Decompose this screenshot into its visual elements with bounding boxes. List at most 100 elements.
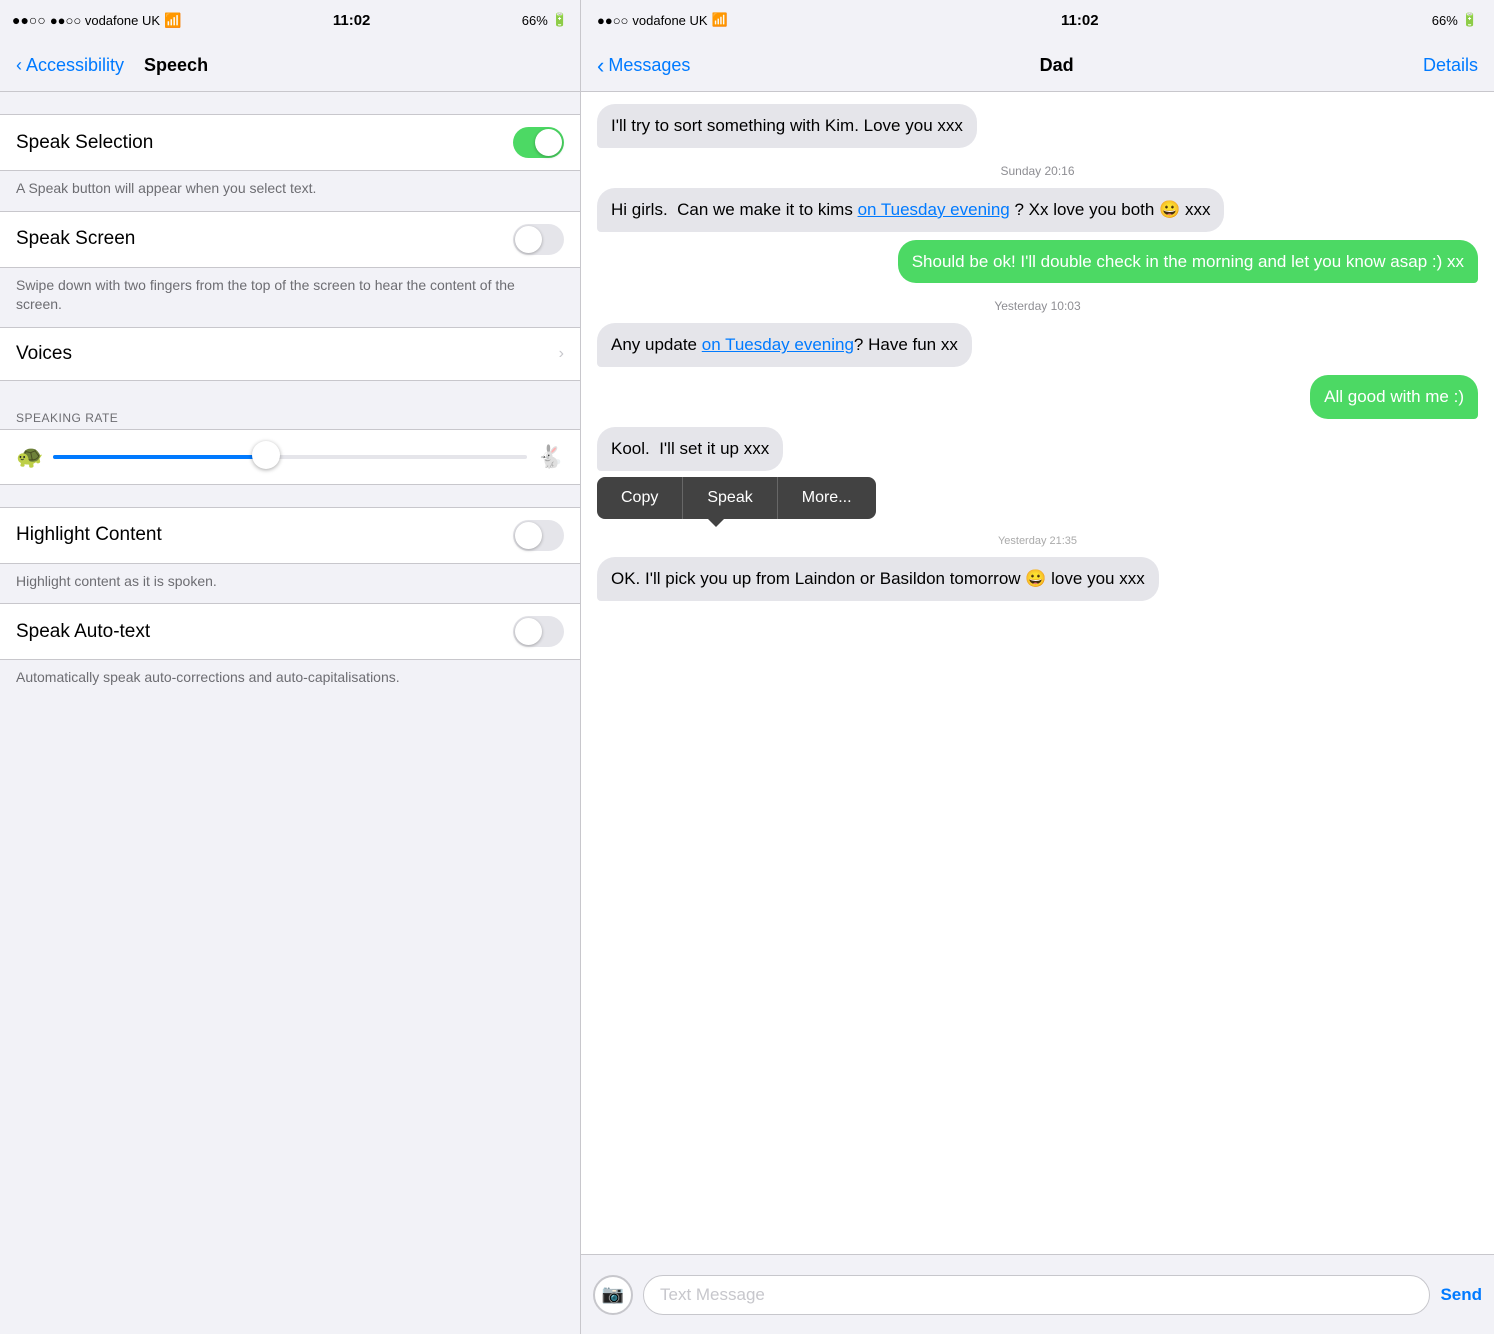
right-battery-icon: 🔋 (1462, 12, 1478, 28)
back-to-messages[interactable]: ‹ Messages (597, 53, 690, 79)
highlight-content-toggle[interactable] (513, 520, 564, 551)
tuesday-link-1[interactable]: on Tuesday evening (858, 200, 1010, 219)
highlight-content-label: Highlight Content (16, 524, 162, 546)
timestamp-sunday: Sunday 20:16 (597, 164, 1478, 178)
speak-screen-thumb (515, 226, 542, 253)
highlight-content-group: Highlight Content (0, 507, 580, 564)
speak-selection-desc: A Speak button will appear when you sele… (0, 171, 580, 211)
bubble-10[interactable]: OK. I'll pick you up from Laindon or Bas… (597, 557, 1159, 601)
right-chevron-left-icon: ‹ (597, 53, 604, 79)
bubble-1[interactable]: I'll try to sort something with Kim. Lov… (597, 104, 977, 148)
top-gap (0, 92, 580, 114)
speaking-rate-fill (53, 455, 266, 459)
speaking-rate-slider-row[interactable]: 🐢 🐇 (0, 429, 580, 485)
timestamp-yesterday-2: Yesterday 21:35 (597, 535, 1478, 547)
left-panel: ●●○○ ●●○○ vodafone UK 📶 11:02 66% 🔋 ‹ Ac… (0, 0, 580, 1334)
left-carrier: ●●○○ ●●○○ vodafone UK 📶 (12, 12, 181, 29)
left-battery-icon: 🔋 (552, 12, 568, 28)
highlight-content-thumb (515, 522, 542, 549)
details-button[interactable]: Details (1423, 55, 1478, 76)
message-row-7: All good with me :) (597, 375, 1478, 419)
message-row-1: I'll try to sort something with Kim. Lov… (597, 104, 1478, 148)
camera-button[interactable]: 📷 (593, 1275, 633, 1315)
speak-autotext-thumb (515, 618, 542, 645)
voices-chevron-icon: › (559, 345, 564, 363)
right-wifi-icon: 📶 (712, 12, 728, 28)
speak-selection-thumb (535, 129, 562, 156)
left-carrier-name: ●●○○ vodafone UK (50, 13, 160, 28)
highlight-content-desc: Highlight content as it is spoken. (0, 564, 580, 604)
voices-label: Voices (16, 343, 72, 365)
speak-screen-row[interactable]: Speak Screen (0, 212, 580, 267)
chevron-left-icon: ‹ (16, 55, 22, 76)
speak-screen-group: Speak Screen (0, 211, 580, 268)
back-to-accessibility[interactable]: ‹ Accessibility (16, 55, 124, 76)
left-battery-group: 66% 🔋 (522, 12, 568, 28)
right-dots: ●●○○ (597, 13, 628, 28)
right-nav-bar: ‹ Messages Dad Details (581, 40, 1494, 92)
left-wifi-icon: 📶 (164, 12, 181, 29)
right-panel: ●●○○ vodafone UK 📶 11:02 66% 🔋 ‹ Message… (580, 0, 1494, 1334)
conversation-title: Dad (1040, 55, 1074, 76)
speaking-rate-track[interactable] (53, 455, 526, 459)
bubble-4[interactable]: Should be ok! I'll double check in the m… (898, 240, 1478, 284)
speak-autotext-desc: Automatically speak auto-corrections and… (0, 660, 580, 700)
slider-gap (0, 485, 580, 507)
right-status-bar: ●●○○ vodafone UK 📶 11:02 66% 🔋 (581, 0, 1494, 40)
input-bar: 📷 Text Message Send (581, 1254, 1494, 1334)
speaking-rate-thumb[interactable] (252, 441, 280, 469)
speak-selection-row[interactable]: Speak Selection (0, 115, 580, 170)
message-with-menu: Kool. I'll set it up xxx Copy Speak More… (597, 427, 1478, 521)
send-button[interactable]: Send (1440, 1285, 1482, 1305)
back-to-messages-label[interactable]: Messages (608, 55, 690, 76)
right-carrier: ●●○○ vodafone UK 📶 (597, 12, 728, 28)
bubble-8[interactable]: Kool. I'll set it up xxx (597, 427, 783, 471)
tuesday-link-2[interactable]: on Tuesday evening (702, 335, 854, 354)
left-nav-bar: ‹ Accessibility Speech (0, 40, 580, 92)
more-menu-item[interactable]: More... (778, 477, 876, 519)
speak-autotext-label: Speak Auto-text (16, 621, 150, 643)
left-time: 11:02 (333, 12, 371, 29)
voices-row[interactable]: Voices › (0, 328, 580, 380)
right-battery-group: 66% 🔋 (1432, 12, 1478, 28)
message-row-10: OK. I'll pick you up from Laindon or Bas… (597, 557, 1478, 601)
left-status-bar: ●●○○ ●●○○ vodafone UK 📶 11:02 66% 🔋 (0, 0, 580, 40)
message-row-3: Hi girls. Can we make it to kims on Tues… (597, 188, 1478, 232)
copy-menu-item[interactable]: Copy (597, 477, 683, 519)
left-battery-pct: 66% (522, 13, 548, 28)
bubble-6[interactable]: Any update on Tuesday evening? Have fun … (597, 323, 972, 367)
speak-screen-label: Speak Screen (16, 228, 135, 250)
left-carrier-dots: ●●○○ (12, 12, 46, 28)
speak-autotext-group: Speak Auto-text (0, 603, 580, 660)
right-carrier-name: vodafone UK (632, 13, 707, 28)
messages-container: I'll try to sort something with Kim. Lov… (581, 92, 1494, 1254)
message-placeholder: Text Message (660, 1285, 765, 1305)
speaking-rate-label: SPEAKING RATE (0, 403, 580, 429)
rabbit-icon: 🐇 (537, 444, 564, 470)
speak-autotext-row[interactable]: Speak Auto-text (0, 604, 580, 659)
speak-selection-label: Speak Selection (16, 132, 153, 154)
settings-list: Speak Selection A Speak button will appe… (0, 92, 580, 1334)
speak-menu-item[interactable]: Speak (683, 477, 777, 519)
camera-icon: 📷 (602, 1284, 624, 1305)
right-battery-pct: 66% (1432, 13, 1458, 28)
message-row-6: Any update on Tuesday evening? Have fun … (597, 323, 1478, 367)
speak-screen-toggle[interactable] (513, 224, 564, 255)
turtle-icon: 🐢 (16, 444, 43, 470)
context-menu[interactable]: Copy Speak More... (597, 477, 876, 519)
speak-selection-group: Speak Selection (0, 114, 580, 171)
left-nav-title: Speech (144, 55, 208, 76)
voices-group: Voices › (0, 327, 580, 381)
speak-selection-toggle[interactable] (513, 127, 564, 158)
back-label[interactable]: Accessibility (26, 55, 124, 76)
highlight-content-row[interactable]: Highlight Content (0, 508, 580, 563)
timestamp-yesterday: Yesterday 10:03 (597, 299, 1478, 313)
right-time: 11:02 (1061, 12, 1099, 29)
message-row-4: Should be ok! I'll double check in the m… (597, 240, 1478, 284)
voices-gap (0, 381, 580, 403)
bubble-7[interactable]: All good with me :) (1310, 375, 1478, 419)
speak-screen-desc: Swipe down with two fingers from the top… (0, 268, 580, 327)
bubble-3[interactable]: Hi girls. Can we make it to kims on Tues… (597, 188, 1224, 232)
message-input[interactable]: Text Message (643, 1275, 1430, 1315)
speak-autotext-toggle[interactable] (513, 616, 564, 647)
